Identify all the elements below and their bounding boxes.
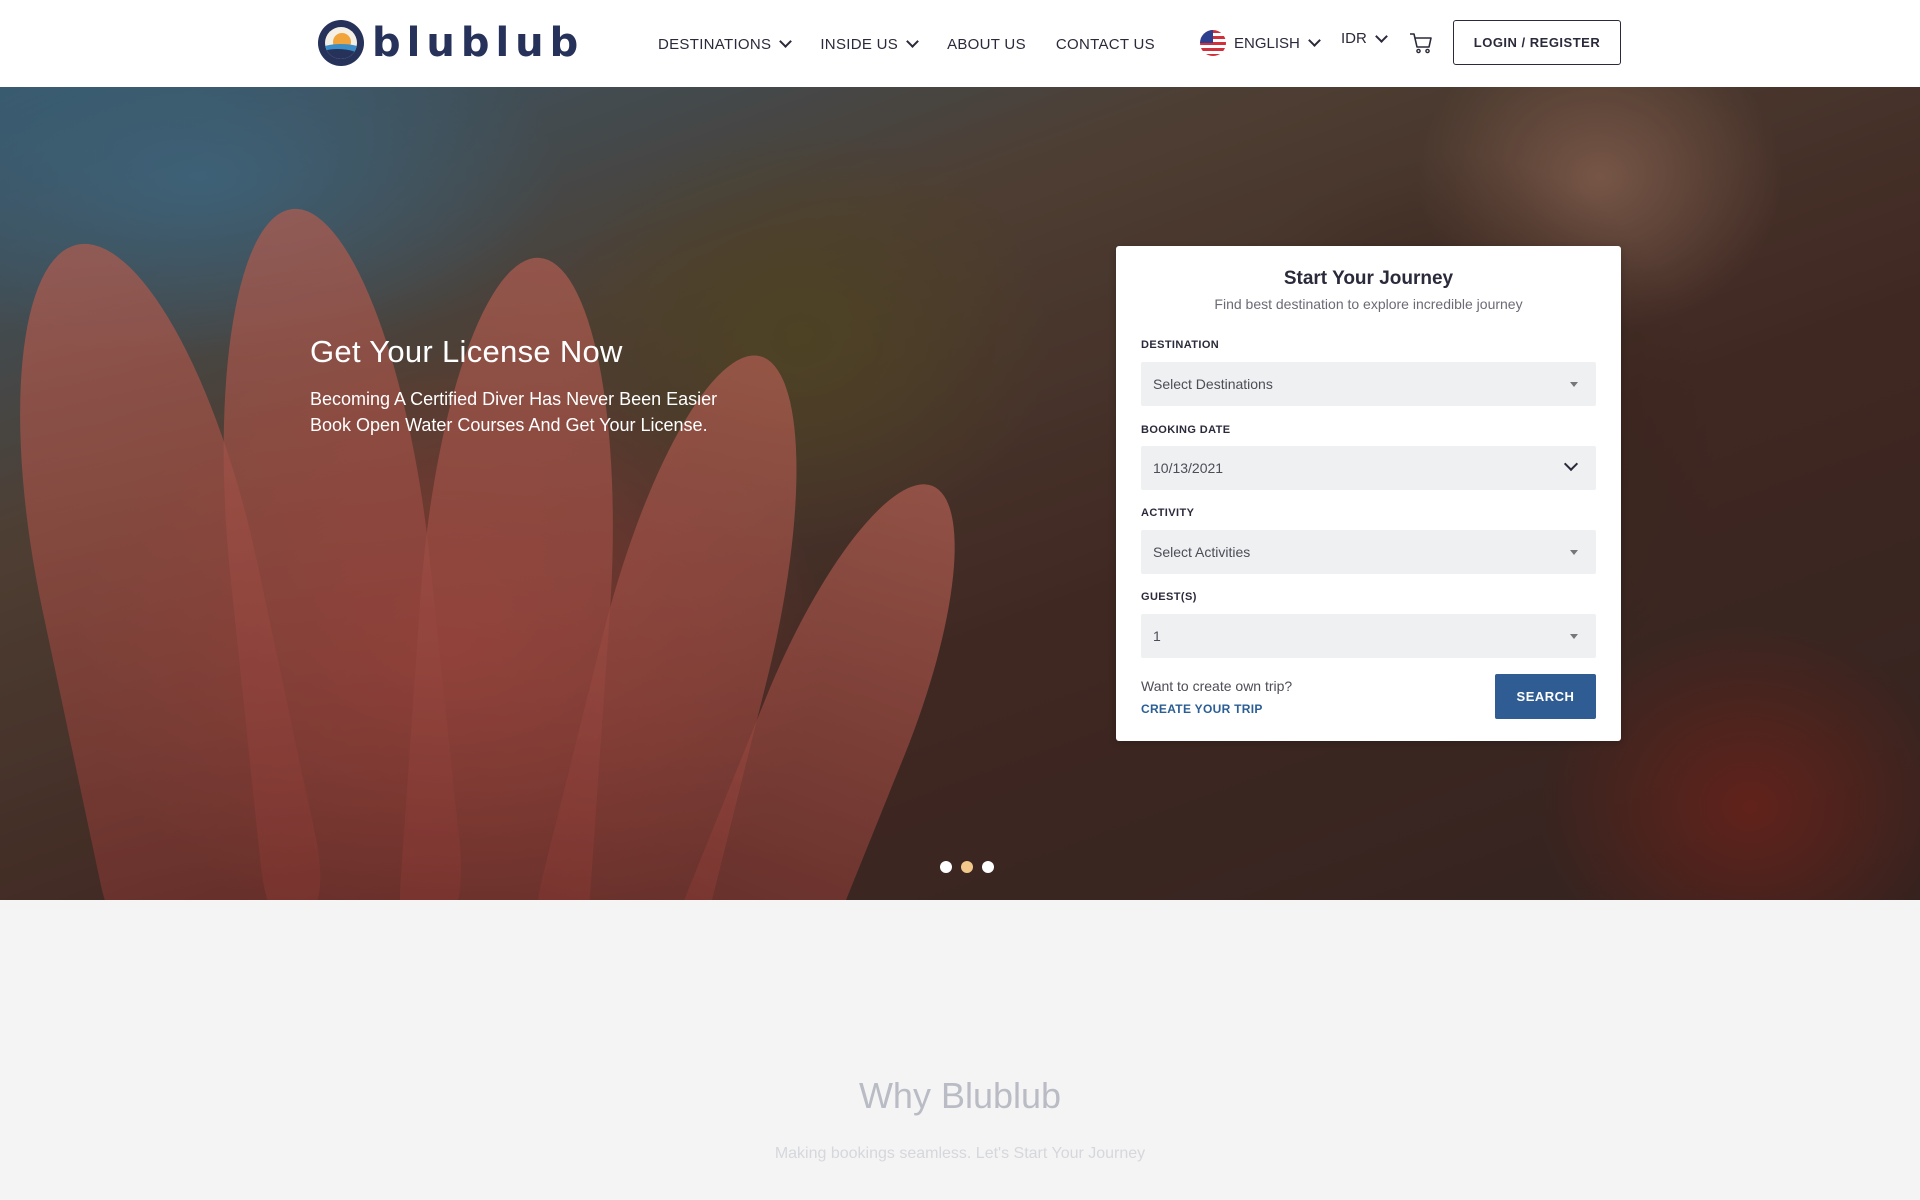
carousel-dots xyxy=(940,861,1003,873)
destination-select[interactable]: Select Destinations xyxy=(1141,362,1596,406)
caret-down-icon xyxy=(1570,634,1578,639)
chevron-down-icon xyxy=(779,35,793,48)
booking-date-value: 10/13/2021 xyxy=(1153,460,1224,476)
nav-item-label: ABOUT US xyxy=(947,35,1026,53)
currency-label: IDR xyxy=(1341,30,1367,47)
booking-date-label: BOOKING DATE xyxy=(1141,424,1231,436)
currency-selector[interactable]: IDR xyxy=(1341,29,1388,47)
why-section-title: Why Blublub xyxy=(858,1075,1062,1116)
language-selector[interactable]: ENGLISH xyxy=(1200,30,1321,56)
search-button[interactable]: SEARCH xyxy=(1495,674,1596,719)
carousel-dot-active[interactable] xyxy=(961,861,973,873)
chevron-down-icon xyxy=(1374,29,1388,43)
activity-select[interactable]: Select Activities xyxy=(1141,530,1596,574)
hero-subtitle: Becoming A Certified Diver Has Never Bee… xyxy=(310,386,830,438)
brand-name: blublub xyxy=(372,20,585,66)
language-label: ENGLISH xyxy=(1234,34,1300,52)
hero-carousel: Get Your License Now Becoming A Certifie… xyxy=(0,87,1920,900)
why-section-subtitle: Making bookings seamless. Let's Start Yo… xyxy=(774,1145,1146,1162)
own-trip-text: Want to create own trip? xyxy=(1141,678,1293,694)
site-header: blublub DESTINATIONS INSIDE US ABOUT US … xyxy=(0,0,1920,87)
logo-icon xyxy=(318,20,364,66)
booking-date-select[interactable]: 10/13/2021 xyxy=(1141,446,1596,490)
guests-value: 1 xyxy=(1153,628,1161,644)
nav-item-inside-us[interactable]: INSIDE US xyxy=(820,35,919,53)
chevron-down-icon xyxy=(1307,34,1321,47)
caret-down-icon xyxy=(1570,550,1578,555)
caret-down-icon xyxy=(1570,382,1578,387)
create-trip-link[interactable]: CREATE YOUR TRIP xyxy=(1141,702,1263,716)
carousel-dot[interactable] xyxy=(982,861,994,873)
carousel-dot[interactable] xyxy=(940,861,952,873)
us-flag-icon xyxy=(1200,30,1226,56)
login-register-button[interactable]: LOGIN / REGISTER xyxy=(1453,20,1621,65)
activity-value: Select Activities xyxy=(1153,544,1251,560)
nav-item-destinations[interactable]: DESTINATIONS xyxy=(658,35,793,53)
hero-subtitle-line: Becoming A Certified Diver Has Never Bee… xyxy=(310,389,718,409)
chevron-down-icon xyxy=(1563,456,1579,472)
booking-card-subtitle: Find best destination to explore incredi… xyxy=(1214,296,1523,312)
hero-subtitle-line: Book Open Water Courses And Get Your Lic… xyxy=(310,415,708,435)
chevron-down-icon xyxy=(906,35,919,48)
destination-value: Select Destinations xyxy=(1153,376,1273,392)
nav-item-about-us[interactable]: ABOUT US xyxy=(947,36,1026,53)
booking-card: Start Your Journey Find best destination… xyxy=(1116,246,1621,741)
guests-select[interactable]: 1 xyxy=(1141,614,1596,658)
main-nav: DESTINATIONS INSIDE US ABOUT US CONTACT … xyxy=(658,30,1185,58)
nav-item-label: INSIDE US xyxy=(820,35,899,53)
brand-logo[interactable]: blublub xyxy=(318,18,584,68)
nav-item-contact-us[interactable]: CONTACT US xyxy=(1056,36,1155,53)
activity-label: ACTIVITY xyxy=(1141,507,1195,519)
nav-item-label: CONTACT US xyxy=(1055,35,1155,53)
booking-card-title: Start Your Journey xyxy=(1283,268,1454,289)
nav-item-label: DESTINATIONS xyxy=(658,35,772,53)
destination-label: DESTINATION xyxy=(1141,339,1220,351)
hero-title: Get Your License Now xyxy=(310,334,623,369)
cart-icon[interactable] xyxy=(1408,30,1434,56)
guests-label: GUEST(S) xyxy=(1141,591,1197,603)
